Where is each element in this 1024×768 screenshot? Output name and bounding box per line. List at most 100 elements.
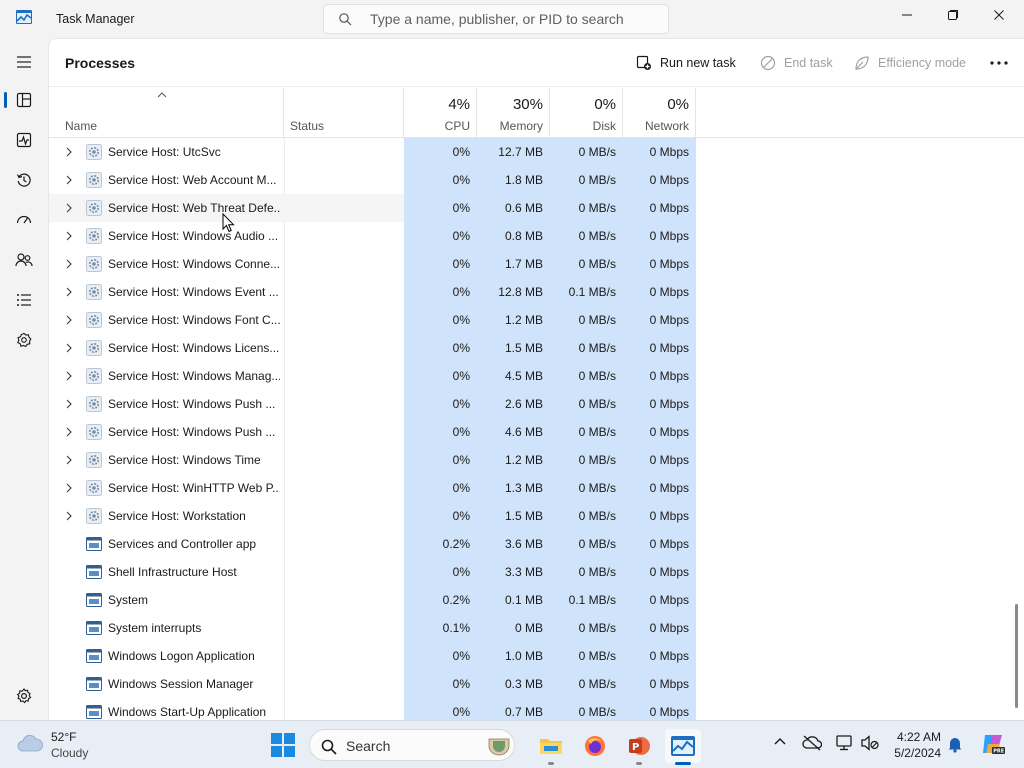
chevron-right-icon[interactable] (65, 455, 73, 465)
process-name: System (108, 593, 149, 607)
process-disk: 0 MB/s (578, 537, 616, 551)
process-row[interactable]: Service Host: Workstation 0% 1.5 MB 0 MB/s 0… (49, 502, 1009, 530)
column-network[interactable]: 0% Network (623, 88, 696, 138)
windows-start-icon[interactable] (271, 733, 295, 757)
run-new-task-button[interactable]: Run new task (636, 53, 736, 73)
taskbar-search[interactable]: Search (309, 729, 515, 761)
run-new-task-icon (636, 55, 651, 70)
process-row[interactable]: Service Host: Windows Font C... 0% 1.2 MB 0… (49, 306, 1009, 334)
maximize-button[interactable] (930, 0, 976, 30)
process-search-input[interactable] (370, 9, 660, 29)
process-network: 0 Mbps (649, 313, 689, 327)
chevron-right-icon[interactable] (65, 231, 73, 241)
process-row[interactable]: Windows Session Manager 0% 0.3 MB 0 MB/s 0 M… (49, 670, 1009, 698)
nav-users[interactable] (4, 242, 44, 278)
minimize-button[interactable] (884, 0, 930, 30)
chevron-right-icon[interactable] (65, 203, 73, 213)
process-memory: 0.3 MB (504, 677, 543, 691)
chevron-right-icon[interactable] (65, 315, 73, 325)
nav-processes[interactable] (4, 82, 44, 118)
process-row[interactable]: Service Host: Windows Conne... 0% 1.7 MB 0 … (49, 250, 1009, 278)
taskbar-task-manager[interactable] (665, 729, 701, 765)
chevron-right-icon[interactable] (65, 427, 73, 437)
clock-time[interactable]: 4:22 AM (895, 730, 941, 744)
process-row[interactable]: Service Host: WinHTTP Web P... 0% 1.3 MB 0 … (49, 474, 1009, 502)
nav-app-history[interactable] (4, 162, 44, 198)
chevron-right-icon[interactable] (65, 147, 73, 157)
vertical-scrollbar[interactable] (1015, 142, 1019, 720)
process-row[interactable]: Service Host: Windows Push ... 0% 2.6 MB 0 … (49, 390, 1009, 418)
more-options-button[interactable] (987, 53, 1011, 73)
end-task-button[interactable]: End task (760, 53, 833, 73)
taskbar-firefox[interactable] (577, 729, 613, 763)
weather-condition[interactable]: Cloudy (51, 746, 88, 760)
process-disk: 0.1 MB/s (568, 593, 616, 607)
chevron-right-icon[interactable] (65, 287, 73, 297)
network-icon[interactable] (834, 735, 854, 751)
hamburger-menu-button[interactable] (4, 44, 44, 80)
process-row[interactable]: Service Host: Web Threat Defe... 0% 0.6 MB… (49, 194, 1009, 222)
process-row[interactable]: Service Host: Windows Licens... 0% 1.5 MB 0… (49, 334, 1009, 362)
service-host-gear-icon (86, 480, 102, 496)
process-memory: 12.7 MB (498, 145, 543, 159)
process-cpu: 0.2% (442, 593, 470, 607)
chevron-right-icon[interactable] (65, 399, 73, 409)
process-cpu: 0% (452, 509, 470, 523)
chevron-right-icon[interactable] (65, 259, 73, 269)
process-row[interactable]: Shell Infrastructure Host 0% 3.3 MB 0 MB/s 0… (49, 558, 1009, 586)
process-row[interactable]: Service Host: Windows Push ... 0% 4.6 MB 0 … (49, 418, 1009, 446)
nav-settings[interactable] (4, 678, 44, 714)
process-name: Service Host: Windows Font C... (108, 313, 280, 327)
nav-details[interactable] (4, 282, 44, 318)
running-indicator (548, 762, 554, 765)
task-manager-app-icon (16, 10, 32, 24)
column-memory[interactable]: 30% Memory (477, 88, 550, 138)
process-memory: 1.3 MB (504, 481, 543, 495)
notification-bell-icon[interactable] (947, 735, 963, 753)
column-cpu[interactable]: 4% CPU (404, 88, 477, 138)
taskbar-powerpoint[interactable]: P (621, 729, 657, 765)
process-row[interactable]: Service Host: UtcSvc 0% 12.7 MB 0 MB/s 0 Mbp… (49, 138, 1009, 166)
process-name: Service Host: Windows Push ... (108, 397, 276, 411)
chevron-right-icon[interactable] (65, 483, 73, 493)
process-search-box[interactable] (323, 4, 669, 34)
process-disk: 0 MB/s (578, 453, 616, 467)
process-row[interactable]: System interrupts 0.1% 0 MB 0 MB/s 0 Mbps (49, 614, 1009, 642)
weather-temperature[interactable]: 52°F (51, 730, 76, 744)
efficiency-mode-button[interactable]: Efficiency mode (854, 53, 966, 73)
chevron-right-icon[interactable] (65, 371, 73, 381)
process-row[interactable]: Service Host: Windows Time 0% 1.2 MB 0 MB/s… (49, 446, 1009, 474)
process-row[interactable]: Service Host: Web Account M... 0% 1.8 MB 0 … (49, 166, 1009, 194)
chevron-up-icon[interactable] (773, 735, 787, 749)
cloud-icon[interactable] (16, 733, 44, 753)
chevron-right-icon[interactable] (65, 511, 73, 521)
nav-services[interactable] (4, 322, 44, 358)
process-network: 0 Mbps (649, 453, 689, 467)
process-row[interactable]: Service Host: Windows Event ... 0% 12.8 MB… (49, 278, 1009, 306)
volume-muted-icon[interactable] (860, 735, 880, 751)
copilot-icon[interactable]: PRE (980, 732, 1006, 756)
chevron-right-icon[interactable] (65, 175, 73, 185)
search-icon (339, 13, 352, 26)
onedrive-offline-icon[interactable] (802, 735, 822, 751)
scrollbar-thumb[interactable] (1015, 604, 1018, 708)
nav-startup-apps[interactable] (4, 202, 44, 238)
taskbar-file-explorer[interactable] (533, 729, 569, 765)
process-row[interactable]: Windows Start-Up Application 0% 0.7 MB 0 MB… (49, 698, 1009, 720)
process-row[interactable]: System 0.2% 0.1 MB 0.1 MB/s 0 Mbps (49, 586, 1009, 614)
service-host-gear-icon (86, 452, 102, 468)
service-host-gear-icon (86, 172, 102, 188)
column-status[interactable]: Status (284, 88, 404, 138)
close-button[interactable] (976, 0, 1022, 30)
chevron-right-icon[interactable] (65, 343, 73, 353)
process-row[interactable]: Service Host: Windows Manag... 0% 4.5 MB 0 … (49, 362, 1009, 390)
startup-apps-icon (16, 215, 32, 224)
process-memory: 0 MB (514, 621, 543, 635)
nav-performance[interactable] (4, 122, 44, 158)
process-row[interactable]: Windows Logon Application 0% 1.0 MB 0 MB/s 0… (49, 642, 1009, 670)
process-row[interactable]: Services and Controller app 0.2% 3.6 MB 0 M… (49, 530, 1009, 558)
clock-date[interactable]: 5/2/2024 (887, 746, 941, 760)
column-name[interactable]: Name (49, 88, 284, 138)
process-row[interactable]: Service Host: Windows Audio ... 0% 0.8 MB 0… (49, 222, 1009, 250)
column-disk[interactable]: 0% Disk (550, 88, 623, 138)
